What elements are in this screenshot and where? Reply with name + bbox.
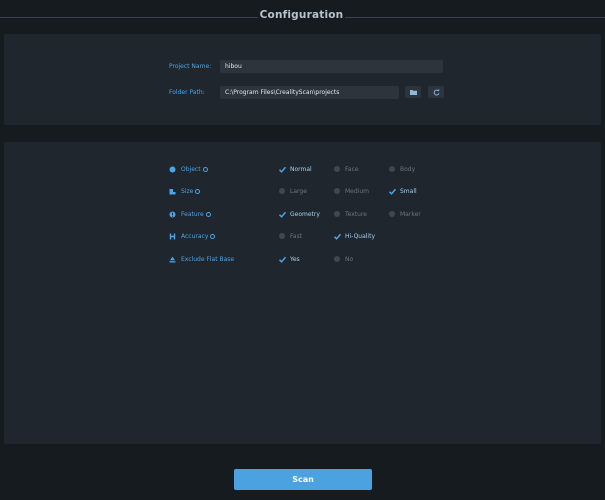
option-row-exclude-flat-base: Exclude Flat Base — [169, 254, 234, 264]
radio-icon — [334, 166, 340, 172]
choice-medium[interactable]: Medium — [334, 186, 369, 196]
option-row-object: Object — [169, 164, 208, 174]
radio-icon — [279, 188, 285, 194]
radio-icon — [334, 211, 340, 217]
checkmark-icon — [334, 233, 341, 240]
option-row-size: Size — [169, 186, 201, 196]
config-header: Configuration — [0, 0, 605, 34]
choice-no[interactable]: No — [334, 254, 353, 264]
choice-geometry[interactable]: Geometry — [279, 209, 320, 219]
option-label-exclude-flat-base: Exclude Flat Base — [181, 255, 235, 263]
project-panel — [4, 34, 601, 125]
folder-path-input[interactable] — [220, 86, 399, 99]
option-row-feature: Feature — [169, 209, 211, 219]
option-label-object: Object — [181, 165, 201, 173]
info-icon[interactable] — [210, 233, 216, 239]
checkmark-icon — [279, 166, 286, 173]
choice-marker[interactable]: Marker — [389, 209, 421, 219]
choice-face[interactable]: Face — [334, 164, 359, 174]
choice-label: Body — [400, 165, 416, 173]
header-divider-right — [345, 17, 605, 18]
choice-texture[interactable]: Texture — [334, 209, 367, 219]
choice-label: Medium — [345, 187, 369, 195]
project-name-input[interactable] — [220, 60, 443, 73]
header-divider-left — [0, 17, 258, 18]
radio-icon — [334, 256, 340, 262]
choice-label: Large — [290, 187, 307, 195]
info-icon[interactable] — [202, 166, 208, 172]
choice-large[interactable]: Large — [279, 186, 307, 196]
choice-label: Fast — [290, 232, 303, 240]
info-icon[interactable] — [205, 211, 211, 217]
accuracy-icon — [169, 233, 176, 240]
folder-path-label: Folder Path: — [169, 89, 205, 96]
radio-icon — [389, 166, 395, 172]
choice-label: Small — [400, 187, 417, 195]
option-label-accuracy: Accuracy — [181, 232, 209, 240]
folder-icon — [409, 90, 417, 95]
radio-icon — [334, 188, 340, 194]
choice-label: No — [345, 255, 354, 263]
scan-button[interactable]: Scan — [234, 469, 372, 490]
choice-label: Yes — [290, 255, 300, 263]
object-icon — [169, 166, 176, 173]
option-label-size: Size — [181, 187, 194, 195]
choice-label: Marker — [400, 210, 421, 218]
choice-yes[interactable]: Yes — [279, 254, 300, 264]
project-name-label: Project Name: — [169, 63, 212, 70]
option-row-accuracy: Accuracy — [169, 231, 216, 241]
reset-path-button[interactable] — [428, 86, 444, 98]
choice-label: Geometry — [290, 210, 320, 218]
refresh-icon — [433, 88, 439, 95]
choice-small[interactable]: Small — [389, 186, 417, 196]
choice-label: Texture — [345, 210, 367, 218]
browse-folder-button[interactable] — [405, 86, 421, 98]
choice-normal[interactable]: Normal — [279, 164, 312, 174]
flat-base-icon — [169, 256, 176, 263]
radio-icon — [279, 233, 285, 239]
feature-icon — [169, 211, 176, 218]
choice-label: Face — [345, 165, 359, 173]
choice-fast[interactable]: Fast — [279, 231, 302, 241]
size-icon — [169, 188, 176, 195]
page-title: Configuration — [259, 9, 344, 21]
checkmark-icon — [279, 211, 286, 218]
choice-hi-quality[interactable]: Hi-Quality — [334, 231, 375, 241]
option-label-feature: Feature — [181, 210, 204, 218]
checkmark-icon — [389, 188, 396, 195]
choice-label: Hi-Quality — [345, 232, 376, 240]
choice-body[interactable]: Body — [389, 164, 415, 174]
choice-label: Normal — [290, 165, 312, 173]
info-icon[interactable] — [195, 188, 201, 194]
radio-icon — [389, 211, 395, 217]
checkmark-icon — [279, 256, 286, 263]
